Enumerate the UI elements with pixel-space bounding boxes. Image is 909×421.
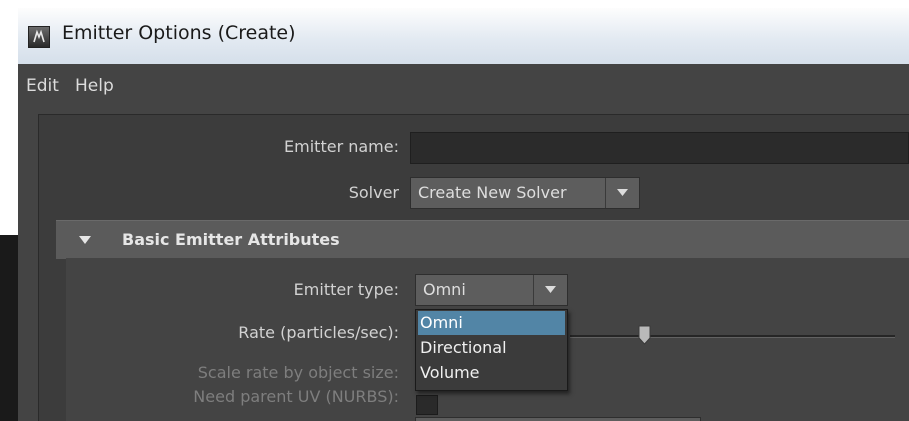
scale-rate-label: Scale rate by object size: <box>197 363 399 382</box>
emitter-name-label: Emitter name: <box>284 137 399 156</box>
background-edge <box>0 235 18 421</box>
solver-dropdown[interactable]: Create New Solver <box>410 177 640 209</box>
rate-slider-handle[interactable] <box>638 325 651 345</box>
emitter-type-options: Omni Directional Volume <box>415 309 568 391</box>
solver-label: Solver <box>348 183 399 202</box>
menu-bar: Edit Help <box>18 64 909 108</box>
chevron-down-icon[interactable] <box>605 178 639 208</box>
next-attribute-dropdown[interactable] <box>415 417 701 421</box>
title-bar[interactable]: Emitter Options (Create) <box>18 8 909 64</box>
emitter-type-dropdown[interactable]: Omni <box>415 274 568 306</box>
option-volume[interactable]: Volume <box>418 361 565 385</box>
chevron-down-icon[interactable] <box>533 275 567 305</box>
menu-help[interactable]: Help <box>75 76 114 96</box>
need-parent-uv-label: Need parent UV (NURBS): <box>193 387 399 406</box>
rate-label: Rate (particles/sec): <box>238 323 399 342</box>
rate-slider-track[interactable] <box>570 335 895 338</box>
emitter-type-value: Omni <box>423 280 466 299</box>
solver-value: Create New Solver <box>418 183 567 202</box>
menu-edit[interactable]: Edit <box>26 76 59 96</box>
option-omni[interactable]: Omni <box>418 311 565 335</box>
section-title: Basic Emitter Attributes <box>122 230 340 249</box>
emitter-options-window: Emitter Options (Create) Edit Help Emitt… <box>18 8 909 421</box>
triangle-down-icon <box>79 236 91 244</box>
maya-app-icon <box>28 26 50 48</box>
window-title: Emitter Options (Create) <box>62 22 296 44</box>
need-parent-uv-checkbox[interactable] <box>416 395 438 415</box>
emitter-name-field[interactable] <box>410 132 909 164</box>
section-header-basic-emitter[interactable]: Basic Emitter Attributes <box>56 220 909 259</box>
emitter-type-label: Emitter type: <box>293 280 399 299</box>
option-directional[interactable]: Directional <box>418 336 565 360</box>
